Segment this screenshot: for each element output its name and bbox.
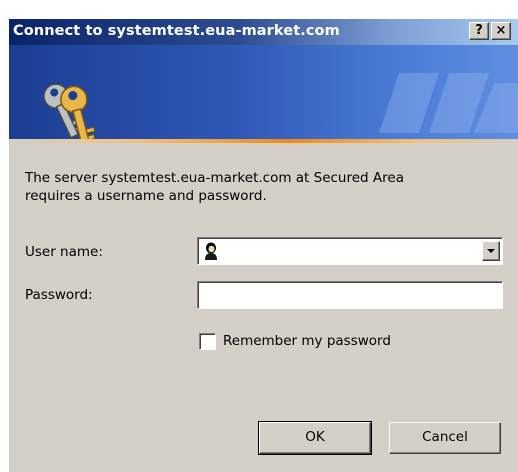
remember-checkbox[interactable] bbox=[199, 333, 216, 350]
username-label: User name: bbox=[25, 244, 103, 260]
password-label: Password: bbox=[25, 287, 93, 303]
window-title: Connect to systemtest.eua-market.com bbox=[13, 23, 340, 39]
remember-label[interactable]: Remember my password bbox=[223, 333, 391, 349]
cancel-button[interactable]: Cancel bbox=[389, 422, 501, 454]
username-combo[interactable] bbox=[197, 237, 503, 265]
title-bar[interactable]: Connect to systemtest.eua-market.com ? × bbox=[9, 19, 518, 45]
server-message-line-2: requires a username and password. bbox=[25, 188, 267, 204]
server-message: The server systemtest.eua-market.com at … bbox=[25, 169, 495, 205]
ok-button[interactable]: OK bbox=[258, 421, 372, 455]
help-button[interactable]: ? bbox=[469, 22, 489, 40]
login-dialog: Connect to systemtest.eua-market.com ? × bbox=[8, 18, 518, 472]
chevron-down-icon[interactable] bbox=[482, 241, 500, 261]
header-banner bbox=[9, 45, 518, 139]
watermark-icon bbox=[379, 73, 518, 133]
server-message-line-1: The server systemtest.eua-market.com at … bbox=[25, 170, 404, 186]
password-field[interactable] bbox=[197, 281, 503, 309]
keys-icon bbox=[43, 83, 96, 139]
user-icon bbox=[205, 242, 217, 260]
close-button[interactable]: × bbox=[491, 22, 511, 40]
banner-accent-line bbox=[9, 139, 518, 143]
